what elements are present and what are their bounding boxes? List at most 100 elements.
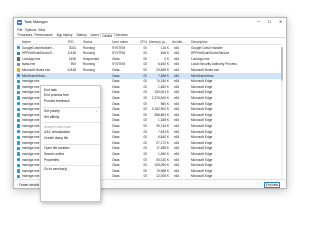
- task-manager-app-icon: [17, 20, 22, 25]
- cell-user-name: Osas: [112, 140, 120, 145]
- tab-startup[interactable]: Startup: [75, 33, 88, 38]
- cell-user-name: Osas: [112, 129, 120, 134]
- process-icon: [17, 62, 21, 67]
- cell-user-name: Osas: [112, 112, 120, 117]
- process-icon: [17, 124, 21, 128]
- cell-description: MiniSearchHost: [191, 73, 214, 78]
- close-icon[interactable]: ✕: [275, 18, 286, 26]
- cell-description: Microsoft Edge: [191, 146, 213, 151]
- end-task-button[interactable]: End task: [264, 181, 280, 188]
- cell-architecture: x64: [174, 73, 180, 78]
- cell-architecture: x64: [174, 112, 180, 117]
- cell-architecture: x64: [174, 146, 180, 151]
- cell-memory: 0 K: [164, 56, 169, 61]
- cell-cpu: 00: [143, 45, 147, 50]
- context-menu-item-create-dump-file[interactable]: Create dump file: [41, 136, 100, 142]
- process-icon: [17, 135, 21, 139]
- cell-cpu: 00: [143, 157, 147, 162]
- column-header-architecture[interactable]: Archite...: [172, 40, 185, 44]
- context-menu-item-set-affinity[interactable]: Set affinity: [41, 115, 100, 121]
- process-icon: [17, 146, 21, 151]
- cell-cpu: 00: [143, 129, 147, 134]
- cell-memory: 7,288 K: [158, 73, 169, 78]
- context-menu-item-label: End process tree: [44, 93, 69, 98]
- cell-status: Running: [83, 51, 95, 56]
- cell-architecture: x64: [174, 140, 180, 145]
- cell-cpu: 00: [143, 152, 147, 157]
- cell-status: Running: [83, 62, 95, 67]
- process-icon: [17, 90, 21, 95]
- process-icon: [17, 57, 21, 61]
- column-header-name[interactable]: Name: [22, 40, 31, 44]
- cell-user-name: Osas: [112, 107, 120, 112]
- cell-cpu: 00: [143, 124, 147, 129]
- cell-description: Microsoft Edge: [191, 118, 213, 123]
- tab-app-history[interactable]: App history: [55, 33, 74, 38]
- context-menu-item-provide-feedback[interactable]: Provide feedback: [41, 99, 100, 105]
- cell-architecture: x64: [174, 45, 180, 50]
- tab-users[interactable]: Users: [89, 33, 100, 38]
- title-bar[interactable]: Task Manager — ☐ ✕: [14, 18, 286, 27]
- cell-architecture: x64: [174, 101, 180, 106]
- cell-memory: 17,588 K: [156, 146, 169, 151]
- cell-memory: 12,008 K: [156, 174, 169, 179]
- cell-cpu: 00: [143, 107, 147, 112]
- process-icon: [17, 163, 21, 167]
- tab-details[interactable]: Details: [100, 32, 115, 38]
- vertical-scrollbar[interactable]: [280, 44, 283, 180]
- context-menu-divider: [43, 122, 100, 124]
- menu-bar: File Options View: [14, 27, 286, 32]
- cell-user-name: Osas: [112, 135, 120, 140]
- cell-user-name: Osas: [112, 124, 120, 129]
- cell-cpu: 00: [143, 163, 147, 168]
- process-icon: [17, 130, 21, 134]
- column-header-description[interactable]: Description: [191, 40, 208, 44]
- process-icon: [17, 51, 21, 55]
- tab-services[interactable]: Services: [114, 33, 129, 38]
- cell-cpu: 00: [143, 168, 147, 173]
- column-header-status[interactable]: Status: [83, 40, 92, 44]
- cell-description: Microsoft Edge: [191, 101, 213, 106]
- context-menu-item-properties[interactable]: Properties: [41, 158, 100, 164]
- cell-memory: 1,480 K: [158, 152, 169, 157]
- cell-architecture: x64: [174, 107, 180, 112]
- maximize-icon[interactable]: ☐: [264, 18, 275, 26]
- process-icon: [17, 141, 21, 145]
- process-icon: [17, 152, 21, 156]
- scrollbar-thumb[interactable]: [280, 47, 283, 81]
- cell-memory: 6,640 K: [158, 62, 169, 67]
- cell-user-name: Osas: [112, 157, 120, 162]
- cell-cpu: 00: [143, 140, 147, 145]
- context-menu-divider: [43, 106, 100, 108]
- cell-architecture: x64: [174, 51, 180, 56]
- cell-memory: 1,480 K: [158, 84, 169, 89]
- column-header-memory[interactable]: Memory (a...: [149, 40, 168, 44]
- cell-memory: 2,376,540 K: [151, 96, 169, 101]
- menu-options[interactable]: Options: [25, 28, 36, 32]
- menu-file[interactable]: File: [17, 28, 22, 32]
- cell-cpu: 00: [143, 96, 147, 101]
- tab-performance[interactable]: Performance: [33, 33, 54, 38]
- process-icon: [17, 158, 21, 162]
- column-header-user-name[interactable]: User name: [112, 40, 128, 44]
- cell-description: Microsoft Edge: [191, 112, 213, 117]
- cell-cpu: 00: [143, 56, 147, 61]
- context-menu-divider: [43, 143, 100, 145]
- menu-view[interactable]: View: [38, 28, 45, 32]
- column-header-cpu[interactable]: CPU: [140, 40, 147, 44]
- cell-name: MiniSearchHost...: [22, 73, 48, 78]
- cell-cpu: 00: [143, 101, 147, 106]
- cell-user-name: Osas: [112, 163, 120, 168]
- cell-cpu: 00: [143, 135, 147, 140]
- column-header-pid[interactable]: PID: [68, 40, 74, 44]
- context-menu-item-go-to-service-s[interactable]: Go to service(s): [41, 167, 100, 173]
- context-menu-item-label: Set priority: [44, 108, 60, 113]
- fewer-details-link[interactable]: Fewer details: [19, 183, 39, 187]
- cell-cpu: 00: [143, 90, 147, 95]
- minimize-icon[interactable]: —: [253, 18, 264, 26]
- tab-processes[interactable]: Processes: [16, 33, 34, 38]
- cell-memory: 7,544 K: [158, 129, 169, 134]
- cell-memory: 39,744 K: [156, 124, 169, 129]
- cell-memory: 75,588 K: [156, 168, 169, 173]
- cell-user-name: Osas: [112, 174, 120, 179]
